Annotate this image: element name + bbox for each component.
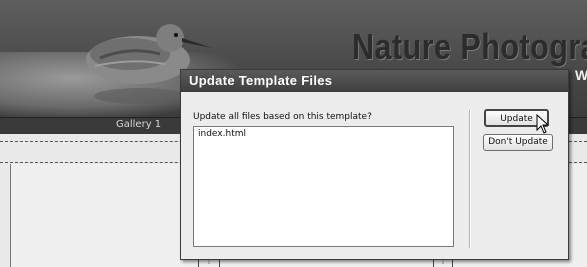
arrow-cursor-icon [536, 114, 550, 134]
dialog-title: Update Template Files [189, 73, 333, 88]
update-template-files-dialog: Update Template Files Update all files b… [180, 69, 569, 260]
site-title: Nature Photogra [352, 26, 587, 67]
file-list[interactable]: index.html [193, 126, 454, 247]
dialog-prompt: Update all files based on this template? [193, 112, 372, 122]
dialog-titlebar[interactable]: Update Template Files [181, 70, 568, 92]
dont-update-button[interactable]: Don't Update [483, 134, 553, 151]
nav-link-gallery[interactable]: Gallery 1 [116, 119, 161, 130]
divider [469, 110, 471, 248]
site-subtitle: W [575, 67, 587, 83]
list-item[interactable]: index.html [194, 127, 453, 139]
